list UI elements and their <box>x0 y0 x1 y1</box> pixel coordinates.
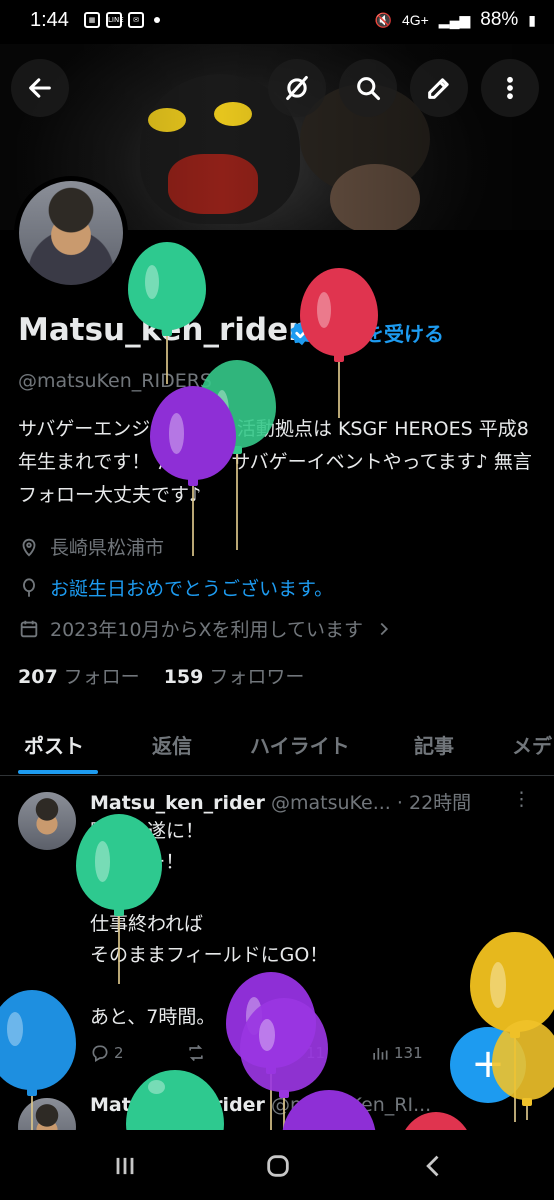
like-count: 11 <box>306 1044 326 1062</box>
active-tab-indicator <box>18 770 98 774</box>
joined-text: 2023年10月からXを利用しています <box>50 619 363 641</box>
more-options-button[interactable] <box>481 59 539 117</box>
status-time: 1:44 <box>30 9 69 31</box>
network-type: 4G+ <box>401 12 429 28</box>
battery-level: 88% <box>480 9 519 30</box>
follow-stats: 207 フォロー 159 フォロワー <box>18 662 304 689</box>
like-button[interactable]: 11 <box>282 1043 325 1063</box>
post-header: Matsu_ken_rider @matsuKe... · 22時間 <box>90 788 471 815</box>
battery-icon: ▮ <box>528 11 536 28</box>
balloon-icon <box>23 577 35 597</box>
mail-notification-icon: ✉ <box>128 12 144 28</box>
more-vertical-icon <box>507 76 513 100</box>
following-count: 207 <box>18 666 58 688</box>
mute-icon: 🔇 <box>374 11 392 28</box>
followers-link[interactable]: 159 フォロワー <box>164 662 305 689</box>
profile-handle: @matsuKen_RIDERS <box>18 370 212 392</box>
arrow-left-icon <box>29 78 51 98</box>
post-author-name[interactable]: Matsu_ken_rider <box>90 1094 265 1116</box>
profile-bio: サバゲーエンジョイ勢💚 活動拠点は KSGF HEROES 平成8年生まれです！… <box>18 418 532 506</box>
compose-post-button[interactable]: + <box>450 1027 526 1103</box>
repost-icon <box>189 1044 203 1062</box>
post-author-name[interactable]: Matsu_ken_rider <box>90 792 265 814</box>
system-navigation-bar <box>0 1130 554 1200</box>
calendar-icon <box>20 620 38 637</box>
post-timestamp: · 22時間 <box>396 792 472 814</box>
status-bar: 1:44 ▦ LINE ✉ 🔇 4G+ ▂▄▆ 88% ▮ <box>0 0 554 44</box>
following-link[interactable]: 207 フォロー <box>18 662 140 689</box>
reply-icon <box>92 1045 108 1062</box>
profile-tabs: ポスト 返信 ハイライト 記事 メデ <box>0 724 554 776</box>
tab-media[interactable]: メデ <box>512 730 552 759</box>
post-header: Matsu_ken_rider @matsuKen_RI... <box>90 1094 510 1116</box>
calendar-notification-icon: ▦ <box>84 12 100 28</box>
notification-icons: ▦ LINE ✉ <box>84 12 160 28</box>
views-count: 131 <box>394 1044 423 1062</box>
line-notification-icon: LINE <box>106 12 124 28</box>
post-more-button[interactable]: ⋮ <box>512 788 531 810</box>
verified-badge-icon <box>290 320 314 345</box>
location-text: 長崎県松浦市 <box>50 537 165 559</box>
views-chart-icon <box>373 1048 388 1060</box>
home-icon[interactable] <box>264 1152 292 1180</box>
post-author-handle: @matsuKe... <box>270 792 391 814</box>
chevron-right-icon <box>380 622 389 635</box>
reply-count: 2 <box>114 1044 124 1062</box>
post-actions: 2 11 131 <box>90 1043 423 1071</box>
search-button[interactable] <box>339 59 397 117</box>
search-icon <box>357 77 381 101</box>
location-row: 長崎県松浦市 <box>18 533 164 560</box>
birthday-row: お誕生日おめでとうございます。 <box>18 574 333 601</box>
grok-icon <box>286 75 308 101</box>
heart-icon <box>285 1047 299 1061</box>
post-body: 明日は遂に！ サバゲー！ 仕事終われば そのままフィールドにGO！ あと、7時間… <box>90 820 329 1028</box>
avatar-image <box>19 181 123 285</box>
more-notifications-dot-icon <box>154 17 160 23</box>
reply-button[interactable]: 2 <box>90 1043 124 1063</box>
views-button[interactable]: 131 <box>370 1043 423 1063</box>
tab-articles[interactable]: 記事 <box>414 730 454 759</box>
birthday-text: お誕生日おめでとうございます。 <box>50 578 334 600</box>
tab-highlights[interactable]: ハイライト <box>250 730 350 759</box>
profile-avatar[interactable] <box>14 176 128 290</box>
back-nav-icon[interactable] <box>420 1152 448 1180</box>
grok-button[interactable] <box>268 59 326 117</box>
following-label: フォロー <box>63 666 140 688</box>
tab-posts[interactable]: ポスト <box>24 730 84 759</box>
pencil-icon <box>428 78 449 99</box>
recent-apps-icon[interactable] <box>111 1152 139 1180</box>
followers-count: 159 <box>163 666 204 688</box>
get-verified-link[interactable]: 認証を受ける <box>288 318 444 347</box>
post-avatar[interactable] <box>18 792 76 850</box>
get-verified-label: 認証を受ける <box>324 322 444 346</box>
post-author-handle: @matsuKen_RI... <box>270 1094 432 1116</box>
tab-replies[interactable]: 返信 <box>152 730 192 759</box>
edit-profile-button[interactable] <box>410 59 468 117</box>
joined-row[interactable]: 2023年10月からXを利用しています <box>18 615 395 642</box>
signal-icon: ▂▄▆ <box>438 11 471 28</box>
location-pin-icon <box>22 538 36 557</box>
back-button[interactable] <box>11 59 69 117</box>
profile-name: Matsu_ken_rider <box>18 312 304 348</box>
followers-label: フォロワー <box>209 666 305 688</box>
repost-button[interactable] <box>186 1043 206 1063</box>
